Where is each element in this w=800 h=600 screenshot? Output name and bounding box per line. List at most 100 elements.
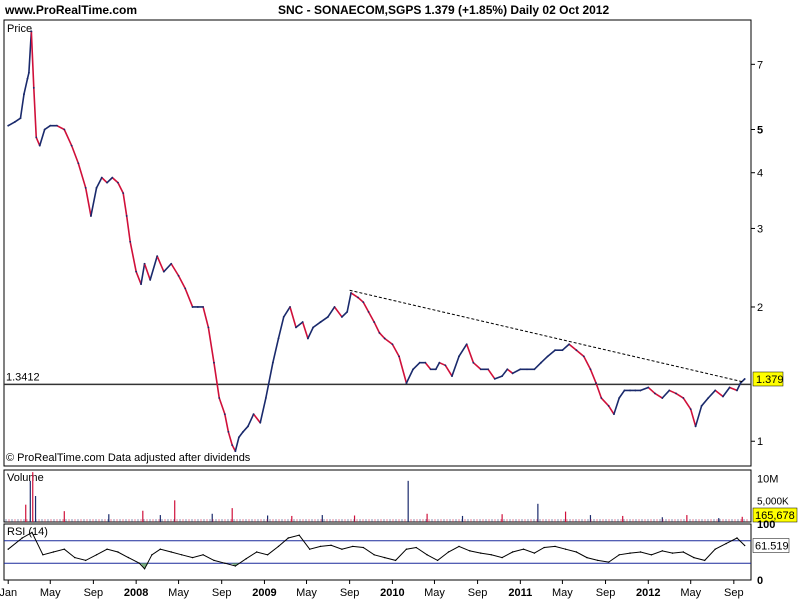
rsi-point [629, 552, 631, 554]
price-point [13, 121, 16, 123]
rsi-point [352, 545, 354, 548]
price-point [170, 262, 173, 265]
price-point [465, 343, 468, 346]
price-point [111, 176, 114, 179]
price-point [438, 361, 441, 364]
rsi-point [533, 552, 536, 554]
price-point [234, 450, 237, 453]
rsi-point [308, 548, 311, 550]
rsi-point [373, 554, 375, 556]
price-point [341, 316, 343, 318]
rsi-point [671, 552, 674, 554]
rsi-point [138, 562, 141, 564]
x-tick-label: Sep [212, 587, 232, 599]
price-point [149, 279, 152, 281]
rsi-point [725, 542, 727, 545]
price-tick-label: 4 [757, 168, 763, 180]
price-point [458, 355, 460, 358]
price-point [623, 389, 626, 392]
price-point [526, 368, 528, 371]
x-tick-label: May [552, 587, 573, 599]
horizontal-line-label: 1.3412 [6, 371, 40, 383]
rsi-point [650, 554, 653, 556]
price-point [444, 364, 447, 367]
price-point [487, 368, 489, 371]
price-point [506, 368, 509, 371]
price-point [373, 321, 376, 323]
price-point [218, 397, 221, 399]
price-point [90, 215, 92, 217]
price-point [689, 408, 692, 411]
price-point [378, 331, 381, 334]
x-tick-label: 2012 [636, 587, 660, 599]
rsi-point [501, 556, 503, 559]
rsi-point [490, 554, 492, 556]
rsi-point [341, 548, 343, 550]
price-point [595, 382, 597, 385]
rsi-point [224, 562, 226, 564]
price-point [575, 349, 578, 352]
rsi-point [554, 545, 556, 548]
price-point [722, 395, 724, 398]
price-point [56, 124, 58, 127]
price-point [184, 287, 187, 290]
price-point [357, 296, 359, 299]
price-point [398, 355, 400, 358]
price-point [237, 436, 240, 439]
price-point [418, 361, 421, 364]
price-point [743, 378, 746, 380]
price-point [282, 316, 285, 318]
price-point [271, 361, 274, 364]
price-point [26, 77, 29, 80]
price-point [618, 397, 621, 399]
price-point [23, 93, 25, 96]
price-point [634, 389, 637, 392]
last-price-label: 1.379 [756, 374, 784, 386]
price-point [479, 368, 482, 371]
price-tick-label: 2 [757, 302, 763, 314]
rsi-point [159, 548, 162, 550]
price-point [346, 310, 349, 313]
price-point [540, 361, 542, 364]
rsi-tick-label: 100 [757, 519, 775, 531]
rsi-axis-label: RSI (14) [7, 526, 48, 538]
price-point [333, 306, 336, 308]
price-point [554, 349, 556, 352]
price-point [191, 306, 194, 308]
price-point [700, 405, 703, 407]
rsi-point [586, 556, 588, 559]
price-point [259, 421, 262, 424]
price-point [519, 368, 522, 371]
rsi-point [383, 556, 386, 559]
price-point [301, 321, 304, 323]
price-panel-frame [3, 19, 752, 467]
price-point [412, 368, 414, 371]
price-point [223, 413, 226, 416]
price-point [714, 389, 717, 392]
rsi-point [436, 559, 439, 562]
rsi-point [693, 556, 695, 559]
rsi-point [266, 554, 269, 556]
price-point [129, 240, 132, 243]
price-point [582, 355, 585, 358]
price-point [668, 389, 671, 392]
price-point [63, 128, 66, 131]
price-point [405, 382, 408, 385]
price-point [84, 186, 87, 189]
price-point [600, 397, 603, 399]
price-point [295, 326, 297, 329]
rsi-point [743, 544, 746, 547]
rsi-point [42, 554, 44, 556]
rsi-point [234, 565, 237, 567]
price-point [264, 397, 267, 399]
price-tick-label: 1 [757, 436, 763, 448]
price-point [739, 382, 742, 385]
price-point [162, 270, 165, 273]
price-point [30, 30, 33, 33]
volume-panel-frame [3, 469, 752, 523]
rsi-point [447, 551, 450, 553]
rsi-point [415, 546, 417, 549]
rsi-point [277, 545, 280, 548]
price-point [95, 186, 98, 189]
price-point [307, 337, 309, 340]
